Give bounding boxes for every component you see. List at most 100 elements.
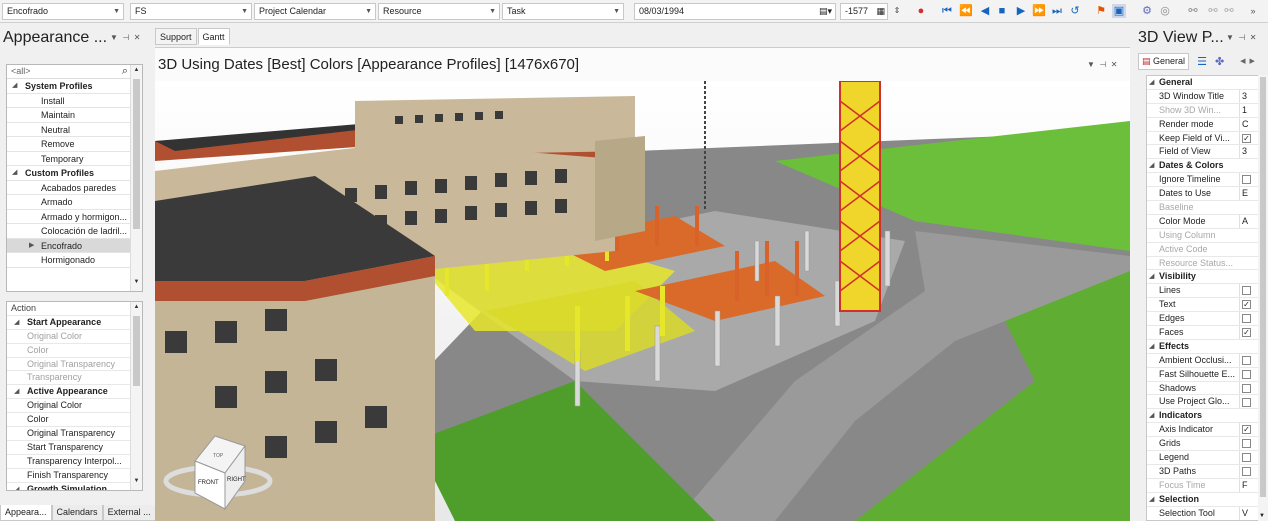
date-picker[interactable]: 08/03/1994 ▤▾ <box>634 3 836 20</box>
link-refresh-icon[interactable]: ⚯ <box>1222 4 1236 18</box>
property-group[interactable]: ◢ Effects <box>1147 340 1263 354</box>
pin-icon[interactable]: ⊣ <box>1238 33 1245 42</box>
property-group[interactable]: ◢ General <box>1147 76 1263 90</box>
checkbox[interactable] <box>1242 355 1251 365</box>
property-value[interactable]: ✓ <box>1239 423 1253 437</box>
list-item[interactable]: Armado <box>7 195 142 210</box>
property-row[interactable]: Active Code <box>1147 243 1263 257</box>
property-row[interactable]: Original Transparency <box>7 358 142 372</box>
property-row[interactable]: Fast Silhouette E... <box>1147 367 1263 382</box>
collapse-icon[interactable]: ◢ <box>1149 270 1154 283</box>
property-value[interactable] <box>1239 451 1253 464</box>
last-frame-icon[interactable]: ⏭ <box>1050 4 1064 18</box>
profile-search[interactable]: <all> ⌕ <box>7 65 142 79</box>
stop-icon[interactable]: ■ <box>995 4 1009 18</box>
chevron-down-icon[interactable]: ▼ <box>110 33 118 42</box>
collapse-icon[interactable]: ◢ <box>14 483 19 490</box>
collapse-icon[interactable]: ◢ <box>1149 76 1154 89</box>
list-item[interactable]: Armado y hormigon... <box>7 210 142 224</box>
property-row[interactable]: Focus Time F <box>1147 478 1263 493</box>
property-row[interactable]: Field of View 3 <box>1147 145 1263 160</box>
loop-icon[interactable]: ↺ <box>1068 4 1082 18</box>
property-row[interactable]: 3D Paths <box>1147 464 1263 479</box>
collapse-icon[interactable]: ◢ <box>1149 159 1154 172</box>
property-value[interactable]: 3 <box>1239 89 1253 103</box>
list-item[interactable]: Temporary <box>7 152 142 166</box>
property-row[interactable]: Edges <box>1147 312 1263 327</box>
link-off-icon[interactable]: ⚯ <box>1206 4 1220 18</box>
collapse-icon[interactable]: ◢ <box>12 166 17 180</box>
properties-scrollbar[interactable]: ▼ <box>1258 75 1268 521</box>
property-value[interactable] <box>1239 284 1253 298</box>
property-row[interactable]: Baseline <box>1147 201 1263 215</box>
resource-combo[interactable]: Resource ▼ <box>378 3 500 20</box>
property-value[interactable] <box>1239 437 1253 451</box>
calendar-combo[interactable]: Project Calendar ▼ <box>254 3 376 20</box>
property-value[interactable]: E <box>1239 187 1253 201</box>
property-group[interactable]: ◢ Start Appearance <box>7 316 142 330</box>
property-row[interactable]: Text ✓ <box>1147 298 1263 313</box>
scroll-up-icon[interactable]: ▲ <box>132 304 141 314</box>
property-row[interactable]: Original Color <box>7 399 142 414</box>
tab-external[interactable]: External ... <box>102 505 156 521</box>
collapse-icon[interactable]: ◢ <box>12 79 17 93</box>
collapse-icon[interactable]: ◢ <box>1149 493 1154 506</box>
flag-play-icon[interactable]: ⚑ <box>1094 4 1108 18</box>
scroll-thumb[interactable] <box>1260 77 1266 497</box>
property-row[interactable]: Keep Field of Vi... ✓ <box>1147 131 1263 146</box>
property-group[interactable]: ◢ Indicators <box>1147 409 1263 424</box>
property-group[interactable]: ◢ Selection <box>1147 493 1263 507</box>
property-row[interactable]: Color <box>7 413 142 428</box>
property-value[interactable] <box>1239 464 1253 478</box>
scroll-down-icon[interactable]: ▼ <box>132 279 141 289</box>
list-item[interactable]: Remove <box>7 137 142 152</box>
checkbox[interactable] <box>1242 467 1251 477</box>
profile-group[interactable]: ◢ System Profiles <box>7 79 142 94</box>
property-row[interactable]: Color Mode A <box>1147 214 1263 229</box>
profile-group[interactable]: ◢ Custom Profiles <box>7 166 142 181</box>
scroll-down-icon[interactable]: ▼ <box>132 478 141 488</box>
property-group[interactable]: ◢ Visibility <box>1147 270 1263 285</box>
search-icon[interactable]: ⌕ <box>122 65 128 78</box>
tab-scroll-left-icon[interactable]: ◀ <box>1240 57 1245 65</box>
property-row[interactable]: Shadows <box>1147 381 1263 396</box>
first-frame-icon[interactable]: ⏮ <box>940 4 954 18</box>
checkbox[interactable] <box>1242 175 1251 185</box>
checkbox[interactable] <box>1242 383 1251 393</box>
property-value[interactable]: F <box>1239 478 1253 492</box>
chevron-down-icon[interactable]: ▼ <box>1087 60 1095 69</box>
property-value[interactable]: V <box>1239 506 1253 520</box>
property-row[interactable]: Axis Indicator ✓ <box>1147 423 1263 438</box>
tab-calendars[interactable]: Calendars <box>51 505 103 521</box>
property-row[interactable]: Legend <box>1147 451 1263 465</box>
property-value[interactable] <box>1239 353 1253 367</box>
tab-support[interactable]: Support <box>155 28 197 45</box>
scroll-thumb[interactable] <box>133 79 140 229</box>
profile-combo[interactable]: Encofrado ▼ <box>2 3 124 20</box>
list-item[interactable]: Hormigonado <box>7 253 142 268</box>
property-row[interactable]: Ignore Timeline <box>1147 173 1263 188</box>
action-scrollbar[interactable]: ▲ ▼ <box>130 302 142 490</box>
property-value[interactable]: 1 <box>1239 103 1253 117</box>
property-value[interactable]: 3 <box>1239 145 1253 159</box>
collapse-icon[interactable]: ◢ <box>14 316 19 329</box>
list-item[interactable]: Colocación de ladril... <box>7 224 142 239</box>
property-value[interactable] <box>1239 367 1253 381</box>
palette-icon[interactable]: ✤ <box>1215 55 1224 68</box>
overflow-icon[interactable]: » <box>1246 4 1260 18</box>
tab-scroll-right-icon[interactable]: ▶ <box>1250 57 1255 65</box>
spin-icon[interactable]: ⇕ <box>890 4 904 18</box>
close-icon[interactable]: ✕ <box>1250 33 1257 42</box>
property-row[interactable]: Dates to Use E <box>1147 187 1263 202</box>
property-row[interactable]: Transparency Interpol... <box>7 455 142 469</box>
close-icon[interactable]: ✕ <box>1111 60 1118 69</box>
play-icon[interactable]: ▶ <box>1014 4 1028 18</box>
relationship-combo[interactable]: FS ▼ <box>130 3 252 20</box>
checkbox[interactable] <box>1242 397 1251 407</box>
list-item[interactable]: ▶ Encofrado <box>7 238 142 253</box>
property-row[interactable]: Use Project Glo... <box>1147 395 1263 410</box>
collapse-icon[interactable]: ◢ <box>1149 409 1154 422</box>
collapse-icon[interactable]: ◢ <box>1149 340 1154 353</box>
property-row[interactable]: Ambient Occlusi... <box>1147 353 1263 368</box>
checkbox[interactable] <box>1242 369 1251 379</box>
